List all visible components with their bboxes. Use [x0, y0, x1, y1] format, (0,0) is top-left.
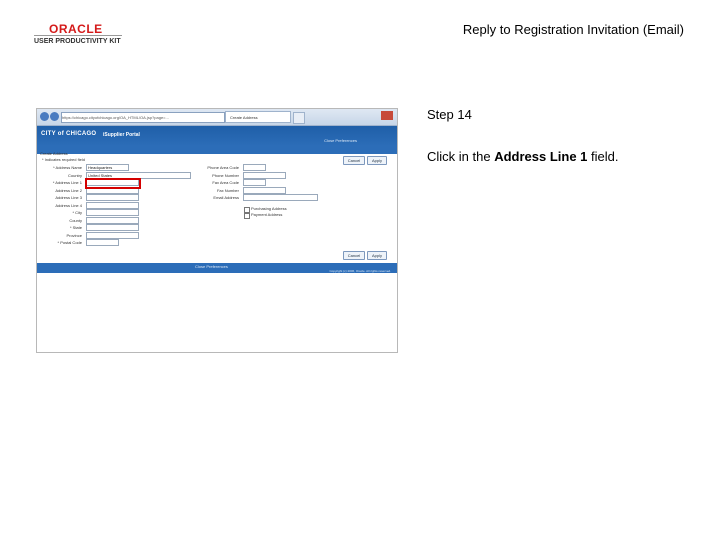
- new-tab-button[interactable]: [293, 112, 305, 124]
- checkbox-label: Purchasing Address: [251, 206, 287, 211]
- text-field[interactable]: [243, 186, 286, 194]
- form-title: Create Address: [40, 151, 68, 156]
- field-label: Address Line 3: [55, 195, 82, 200]
- step-label: Step 14: [427, 107, 472, 122]
- field-label: Address Line 2: [55, 187, 82, 193]
- field-label: * Address Line 1: [52, 180, 82, 185]
- browser-tab[interactable]: Create Address: [225, 111, 291, 123]
- portal-title: iSupplier Portal: [103, 132, 140, 138]
- back-icon[interactable]: [40, 112, 49, 121]
- cancel-button-bottom[interactable]: Cancel: [343, 251, 365, 260]
- field-label: Province: [66, 232, 82, 238]
- cancel-button[interactable]: Cancel: [343, 156, 365, 165]
- product-name: USER PRODUCTIVITY KIT: [34, 38, 121, 45]
- text-field[interactable]: [243, 194, 318, 201]
- document-title: Reply to Registration Invitation (Email): [462, 22, 684, 37]
- browser-toolbar: https://chicago.cityofchicago.org/OA_HTM…: [37, 109, 397, 126]
- app-header: CITY of CHICAGO iSupplier Portal: [37, 126, 397, 146]
- step-instruction: Click in the Address Line 1 field.: [427, 149, 619, 164]
- text-field[interactable]: [86, 231, 139, 239]
- logo-rule: [34, 35, 122, 36]
- forward-icon[interactable]: [50, 112, 59, 121]
- text-field[interactable]: [243, 179, 266, 186]
- field-label: * Address Name: [53, 165, 82, 170]
- field-label: Fax Area Code: [212, 180, 239, 185]
- screenshot-frame: https://chicago.cityofchicago.org/OA_HTM…: [36, 108, 398, 353]
- text-field[interactable]: [86, 194, 139, 201]
- text-field[interactable]: [86, 239, 119, 246]
- text-field[interactable]: [243, 164, 266, 171]
- city-logo: CITY of CHICAGO: [41, 131, 97, 137]
- field-label: Email Address: [213, 195, 239, 200]
- nav-links[interactable]: Close Preferences: [324, 138, 357, 143]
- copyright: Copyright (c) 2006, Oracle. All rights r…: [329, 269, 391, 273]
- text-field[interactable]: [86, 224, 139, 231]
- text-field[interactable]: [86, 216, 139, 224]
- field-label: * Postal Code: [57, 240, 82, 245]
- text-field[interactable]: [243, 171, 286, 179]
- oracle-brand: ORACLE: [49, 22, 103, 36]
- checkbox-label: Payment Address: [251, 212, 283, 217]
- field-label: Country: [67, 172, 82, 178]
- field-label: Address Line 4: [55, 202, 82, 208]
- oracle-upk-logo: ORACLE USER PRODUCTIVITY KIT: [34, 22, 124, 48]
- window-close-icon[interactable]: [381, 111, 393, 120]
- required-note: * Indicates required field: [42, 157, 85, 162]
- field-label: Phone Area Code: [207, 165, 239, 170]
- field-label: County: [69, 217, 82, 223]
- text-field[interactable]: Headquarters: [86, 164, 129, 171]
- checkbox[interactable]: [244, 213, 250, 219]
- footer-links[interactable]: Close Preferences: [195, 264, 228, 269]
- apply-button[interactable]: Apply: [367, 156, 387, 165]
- text-field[interactable]: [86, 209, 139, 216]
- instruction-target: Address Line 1: [494, 149, 588, 164]
- field-label: Fax Number: [216, 187, 239, 193]
- field-label: * City: [72, 210, 82, 215]
- text-field[interactable]: [86, 201, 139, 209]
- app-subheader: [37, 146, 397, 154]
- address-bar[interactable]: https://chicago.cityofchicago.org/OA_HTM…: [61, 112, 225, 123]
- field-label: * State: [69, 225, 82, 230]
- apply-button-bottom[interactable]: Apply: [367, 251, 387, 260]
- address-line-1-highlight: [85, 178, 141, 189]
- field-label: Phone Number: [212, 172, 239, 178]
